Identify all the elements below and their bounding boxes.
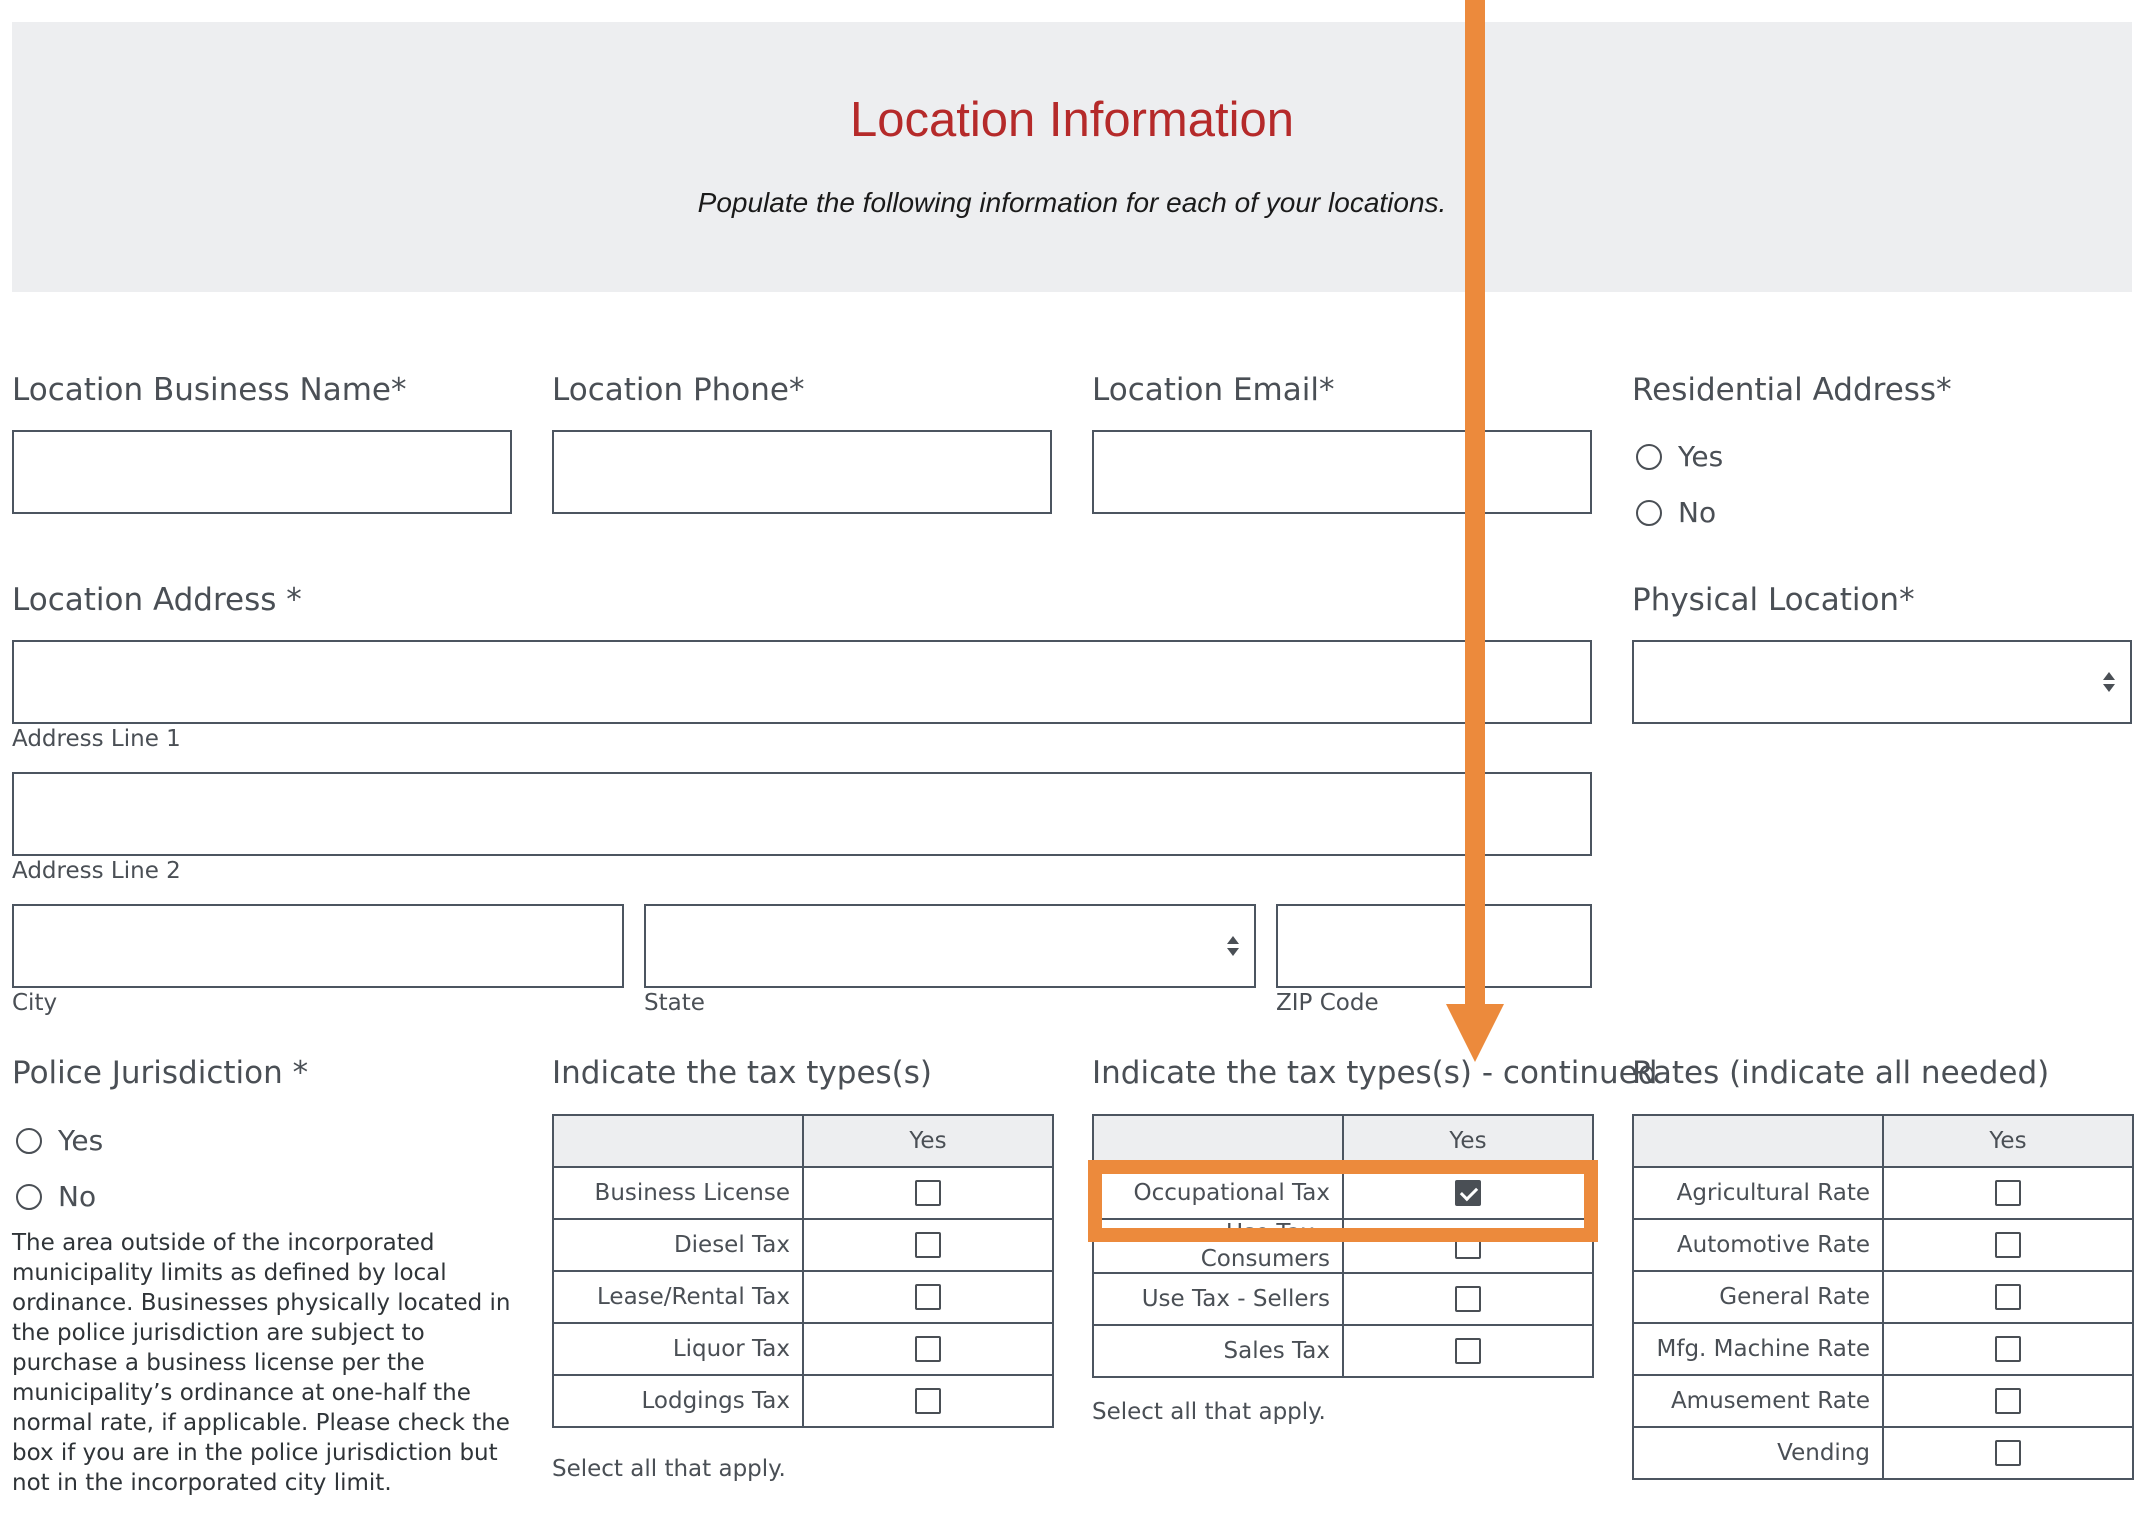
table-header-row: Yes <box>552 1114 1054 1168</box>
police-jurisdiction-label: Police Jurisdiction * <box>12 1055 309 1091</box>
table-row: Sales Tax <box>1092 1324 1594 1378</box>
row-label: Vending <box>1632 1426 1884 1480</box>
vending-checkbox[interactable] <box>1995 1440 2021 1467</box>
row-label: Mfg. Machine Rate <box>1632 1322 1884 1376</box>
table-row: Automotive Rate <box>1632 1218 2134 1272</box>
row-label: Agricultural Rate <box>1632 1166 1884 1220</box>
business-name-label: Location Business Name* <box>12 372 407 408</box>
email-label: Location Email* <box>1092 372 1335 408</box>
annotation-arrow <box>1465 0 1485 1010</box>
table-row: Vending <box>1632 1426 2134 1480</box>
residential-no-label: No <box>1678 496 1717 529</box>
rates-table: Yes Agricultural Rate Automotive Rate Ge… <box>1632 1114 2134 1480</box>
address-line1-label: Address Line 1 <box>12 726 181 752</box>
agricultural-rate-checkbox[interactable] <box>1995 1180 2021 1207</box>
residential-label: Residential Address* <box>1632 372 1952 408</box>
row-label: Liquor Tax <box>552 1322 804 1376</box>
table-row: Liquor Tax <box>552 1322 1054 1376</box>
table-header-yes: Yes <box>1882 1114 2134 1168</box>
row-label: Automotive Rate <box>1632 1218 1884 1272</box>
table-header-cell <box>1632 1114 1884 1168</box>
table-row: Lease/Rental Tax <box>552 1270 1054 1324</box>
address-line2-label: Address Line 2 <box>12 858 181 884</box>
page-title: Location Information <box>850 93 1294 147</box>
residential-yes-option[interactable]: Yes <box>1636 440 1723 473</box>
phone-label: Location Phone* <box>552 372 805 408</box>
zip-label: ZIP Code <box>1276 990 1379 1016</box>
table-header-row: Yes <box>1632 1114 2134 1168</box>
row-label: Diesel Tax <box>552 1218 804 1272</box>
table-header-cell <box>552 1114 804 1168</box>
lodgings-tax-checkbox[interactable] <box>915 1388 941 1415</box>
row-label: Sales Tax <box>1092 1324 1344 1378</box>
tax-types-label: Indicate the tax types(s) <box>552 1055 933 1091</box>
general-rate-checkbox[interactable] <box>1995 1284 2021 1311</box>
police-no-option[interactable]: No <box>16 1180 96 1213</box>
physical-location-select[interactable] <box>1632 640 2132 724</box>
tax-types-continued-note: Select all that apply. <box>1092 1399 1326 1425</box>
table-row: Business License <box>552 1166 1054 1220</box>
page-subtitle: Populate the following information for e… <box>697 187 1447 218</box>
police-yes-option[interactable]: Yes <box>16 1124 103 1157</box>
mfg-machine-rate-checkbox[interactable] <box>1995 1336 2021 1363</box>
diesel-tax-checkbox[interactable] <box>915 1232 941 1259</box>
annotation-arrow-head <box>1446 1004 1504 1062</box>
residential-no-option[interactable]: No <box>1636 496 1716 529</box>
state-label: State <box>644 990 705 1016</box>
row-label: General Rate <box>1632 1270 1884 1324</box>
rates-label: Rates (indicate all needed) <box>1632 1055 2050 1091</box>
automotive-rate-checkbox[interactable] <box>1995 1232 2021 1259</box>
table-row: Amusement Rate <box>1632 1374 2134 1428</box>
sales-tax-checkbox[interactable] <box>1455 1338 1481 1365</box>
row-label: Amusement Rate <box>1632 1374 1884 1428</box>
tax-types-note: Select all that apply. <box>552 1456 786 1482</box>
physical-location-label: Physical Location* <box>1632 582 1915 618</box>
police-yes-label: Yes <box>58 1124 104 1157</box>
liquor-tax-checkbox[interactable] <box>915 1336 941 1363</box>
city-label: City <box>12 990 58 1016</box>
police-yes-radio[interactable] <box>16 1127 42 1154</box>
row-label: Lease/Rental Tax <box>552 1270 804 1324</box>
residential-yes-radio[interactable] <box>1636 443 1662 470</box>
police-no-label: No <box>58 1180 97 1213</box>
table-row: Mfg. Machine Rate <box>1632 1322 2134 1376</box>
business-license-checkbox[interactable] <box>915 1180 941 1207</box>
city-input[interactable] <box>12 904 624 988</box>
row-label: Lodgings Tax <box>552 1374 804 1428</box>
form-header: Location Information Populate the follow… <box>12 22 2132 292</box>
table-row: Agricultural Rate <box>1632 1166 2134 1220</box>
row-label: Use Tax - Sellers <box>1092 1272 1344 1326</box>
amusement-rate-checkbox[interactable] <box>1995 1388 2021 1415</box>
lease-rental-tax-checkbox[interactable] <box>915 1284 941 1311</box>
select-arrows-icon <box>2103 672 2115 692</box>
phone-input[interactable] <box>552 430 1052 514</box>
annotation-highlight-box <box>1088 1160 1598 1242</box>
location-address-label: Location Address * <box>12 582 302 618</box>
table-row: Lodgings Tax <box>552 1374 1054 1428</box>
table-row: Diesel Tax <box>552 1218 1054 1272</box>
police-jurisdiction-help: The area outside of the incorporated mun… <box>12 1230 511 1496</box>
use-tax-sellers-checkbox[interactable] <box>1455 1286 1481 1313</box>
residential-yes-label: Yes <box>1678 440 1724 473</box>
tax-types-continued-label: Indicate the tax types(s) - continued <box>1092 1055 1658 1091</box>
tax-types-table: Yes Business License Diesel Tax Lease/Re… <box>552 1114 1054 1428</box>
zip-input[interactable] <box>1276 904 1592 988</box>
table-row: Use Tax - Sellers <box>1092 1272 1594 1326</box>
address-line1-input[interactable] <box>12 640 1592 724</box>
address-line2-input[interactable] <box>12 772 1592 856</box>
business-name-input[interactable] <box>12 430 512 514</box>
table-header-yes: Yes <box>802 1114 1054 1168</box>
row-label: Business License <box>552 1166 804 1220</box>
table-row: General Rate <box>1632 1270 2134 1324</box>
state-select[interactable] <box>644 904 1256 988</box>
email-input[interactable] <box>1092 430 1592 514</box>
tax-types-continued-table: Yes Occupational Tax Use Tax - Consumers… <box>1092 1114 1594 1378</box>
residential-no-radio[interactable] <box>1636 499 1662 526</box>
police-no-radio[interactable] <box>16 1183 42 1210</box>
select-arrows-icon <box>1227 936 1239 956</box>
